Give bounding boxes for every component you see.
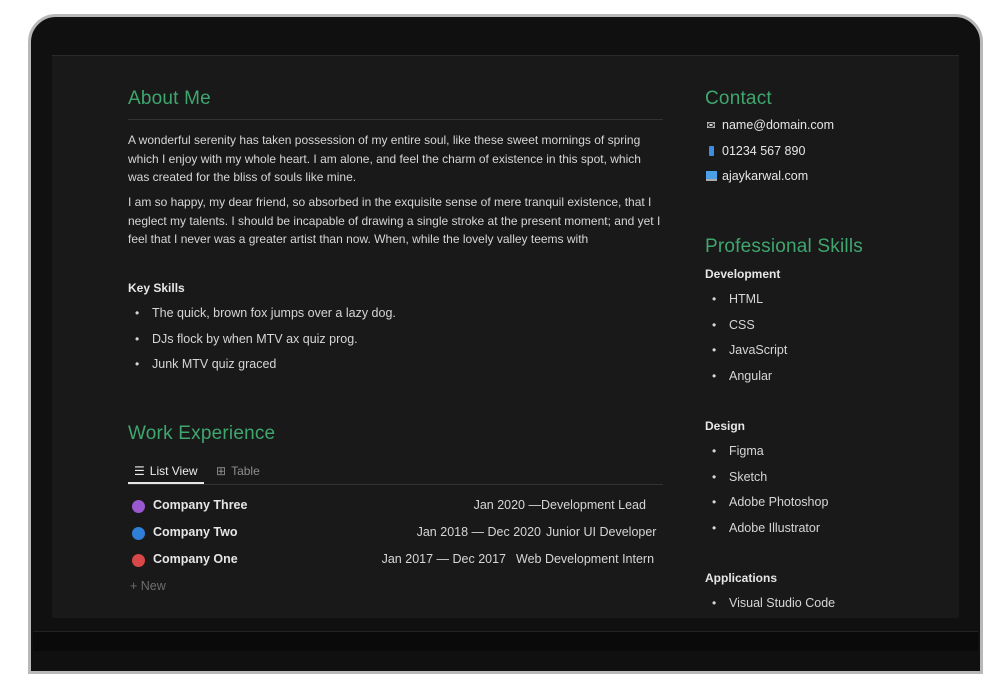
- date-range: Jan 2017 — Dec 2017: [381, 552, 506, 566]
- key-skills-list: The quick, brown fox jumps over a lazy d…: [128, 301, 396, 378]
- table-row[interactable]: Company One Jan 2017 — Dec 2017 Web Deve…: [128, 550, 658, 570]
- table-icon: ⊞: [216, 464, 227, 478]
- company-dot-icon: [132, 554, 145, 567]
- work-view-tabs: ☰ List View ⊞ Table: [128, 460, 663, 484]
- company-dot-icon: [132, 527, 145, 540]
- contact-phone[interactable]: 01234 567 890: [705, 144, 805, 158]
- tab-list-view[interactable]: ☰ List View: [128, 460, 204, 484]
- list-item: Angular: [705, 364, 787, 390]
- company-name: Company Three: [153, 498, 248, 512]
- list-item: CSS: [705, 313, 787, 339]
- list-item: Figma: [705, 439, 828, 465]
- email-text: name@domain.com: [722, 118, 835, 132]
- company-name: Company Two: [153, 525, 238, 539]
- skill-group-title: Development: [705, 267, 781, 281]
- development-skills-list: HTML CSS JavaScript Angular: [705, 287, 787, 389]
- phone-text: 01234 567 890: [722, 144, 806, 158]
- contact-heading: Contact: [705, 88, 772, 109]
- design-skills-list: Figma Sketch Adobe Photoshop Adobe Illus…: [705, 439, 828, 541]
- skill-group-title: Design: [705, 419, 746, 433]
- skill-group-title: Applications: [705, 571, 778, 585]
- list-item: Adobe Illustrator: [705, 516, 828, 542]
- tab-table[interactable]: ⊞ Table: [216, 460, 260, 482]
- tab-label: List View: [149, 464, 198, 478]
- company-dot-icon: [132, 500, 145, 513]
- website-text: ajaykarwal.com: [722, 169, 809, 183]
- phone-icon: [705, 145, 717, 157]
- envelope-icon: ✉: [706, 119, 716, 132]
- tab-label: Table: [231, 464, 260, 478]
- list-item: Junk MTV quiz graced: [128, 352, 396, 378]
- list-item: Adobe Photoshop: [705, 490, 828, 516]
- applications-skills-list: Visual Studio Code: [705, 591, 835, 617]
- skills-heading: Professional Skills: [705, 236, 863, 257]
- laptop-icon: [705, 170, 717, 182]
- job-role: Development Lead: [541, 498, 646, 512]
- contact-website[interactable]: ajaykarwal.com: [705, 169, 808, 183]
- about-paragraph-2: I am so happy, my dear friend, so absorb…: [128, 195, 661, 246]
- list-icon: ☰: [134, 464, 145, 478]
- list-item: Sketch: [705, 465, 828, 491]
- list-item: JavaScript: [705, 338, 787, 364]
- date-range: Jan 2018 — Dec 2020: [416, 525, 541, 539]
- company-name: Company One: [153, 552, 238, 566]
- about-paragraph-1: A wonderful serenity has taken possessio…: [128, 133, 641, 184]
- job-role: Junior UI Developer: [546, 525, 657, 539]
- list-item: DJs flock by when MTV ax quiz prog.: [128, 327, 396, 353]
- list-item: HTML: [705, 287, 787, 313]
- list-item: Visual Studio Code: [705, 591, 835, 617]
- list-item: The quick, brown fox jumps over a lazy d…: [128, 301, 396, 327]
- work-heading: Work Experience: [128, 423, 276, 444]
- table-row[interactable]: Company Two Jan 2018 — Dec 2020 Junior U…: [128, 523, 658, 543]
- resume-page: About Me A wonderful serenity has taken …: [52, 55, 959, 618]
- key-skills-heading: Key Skills: [128, 281, 185, 295]
- table-row[interactable]: Company Three Jan 2020 — Development Lea…: [128, 496, 658, 516]
- about-heading: About Me: [128, 88, 211, 109]
- job-role: Web Development Intern: [516, 552, 655, 566]
- date-range: Jan 2020 —: [473, 498, 541, 512]
- about-divider: [128, 119, 663, 120]
- new-row-button[interactable]: + New: [130, 579, 166, 593]
- tabs-divider: [128, 484, 663, 485]
- contact-email[interactable]: ✉ name@domain.com: [705, 118, 834, 132]
- laptop-base: [33, 631, 978, 651]
